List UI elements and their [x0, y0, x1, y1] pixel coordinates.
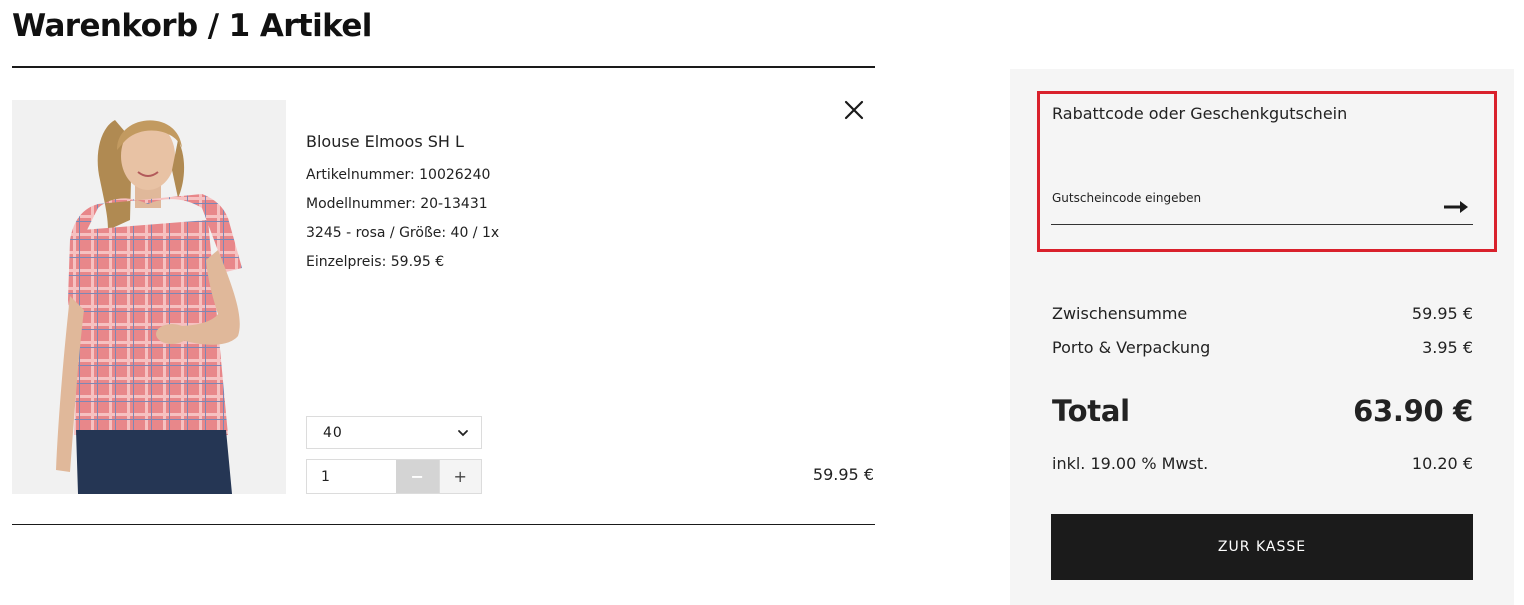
remove-item-button[interactable]	[838, 94, 870, 126]
increase-quantity-button[interactable]: +	[438, 460, 481, 493]
size-select-value: 40	[323, 424, 343, 441]
vat-label: inkl. 19.00 % Mwst.	[1052, 454, 1209, 473]
product-image[interactable]	[12, 100, 286, 494]
chevron-down-icon	[458, 430, 468, 437]
subtotal-row: Zwischensumme 59.95 €	[1052, 304, 1473, 323]
decrease-quantity-button[interactable]: −	[396, 460, 439, 493]
total-value: 63.90 €	[1353, 394, 1473, 428]
shipping-row: Porto & Verpackung 3.95 €	[1052, 338, 1473, 357]
model-number: Modellnummer: 20-13431	[306, 196, 488, 212]
quantity-input[interactable]	[307, 460, 396, 493]
vat-value: 10.20 €	[1411, 454, 1473, 473]
header-divider	[12, 66, 875, 68]
close-icon	[844, 100, 864, 120]
size-select[interactable]: 40	[306, 416, 482, 449]
total-label: Total	[1052, 394, 1130, 428]
product-photo	[12, 100, 286, 494]
coupon-code-input[interactable]	[1052, 186, 1432, 210]
vat-row: inkl. 19.00 % Mwst. 10.20 €	[1052, 454, 1473, 473]
page-title: Warenkorb / 1 Artikel	[12, 8, 372, 44]
subtotal-label: Zwischensumme	[1052, 304, 1188, 323]
quantity-stepper: − +	[306, 459, 482, 494]
unit-price: Einzelpreis: 59.95 €	[306, 254, 445, 270]
item-divider	[12, 524, 875, 525]
variant-info: 3245 - rosa / Größe: 40 / 1x	[306, 225, 500, 241]
article-number: Artikelnummer: 10026240	[306, 167, 491, 183]
product-name[interactable]: Blouse Elmoos SH L	[306, 132, 499, 151]
total-row: Total 63.90 €	[1052, 394, 1473, 428]
shipping-label: Porto & Verpackung	[1052, 338, 1211, 357]
line-total: 59.95 €	[812, 465, 874, 484]
arrow-right-icon[interactable]	[1440, 197, 1472, 217]
subtotal-value: 59.95 €	[1411, 304, 1473, 323]
checkout-button[interactable]: ZUR KASSE	[1051, 514, 1473, 580]
coupon-title: Rabattcode oder Geschenkgutschein	[1052, 104, 1348, 123]
product-info: Blouse Elmoos SH L Artikelnummer: 100262…	[306, 132, 499, 277]
shipping-value: 3.95 €	[1422, 338, 1473, 357]
coupon-input-underline	[1051, 224, 1473, 225]
